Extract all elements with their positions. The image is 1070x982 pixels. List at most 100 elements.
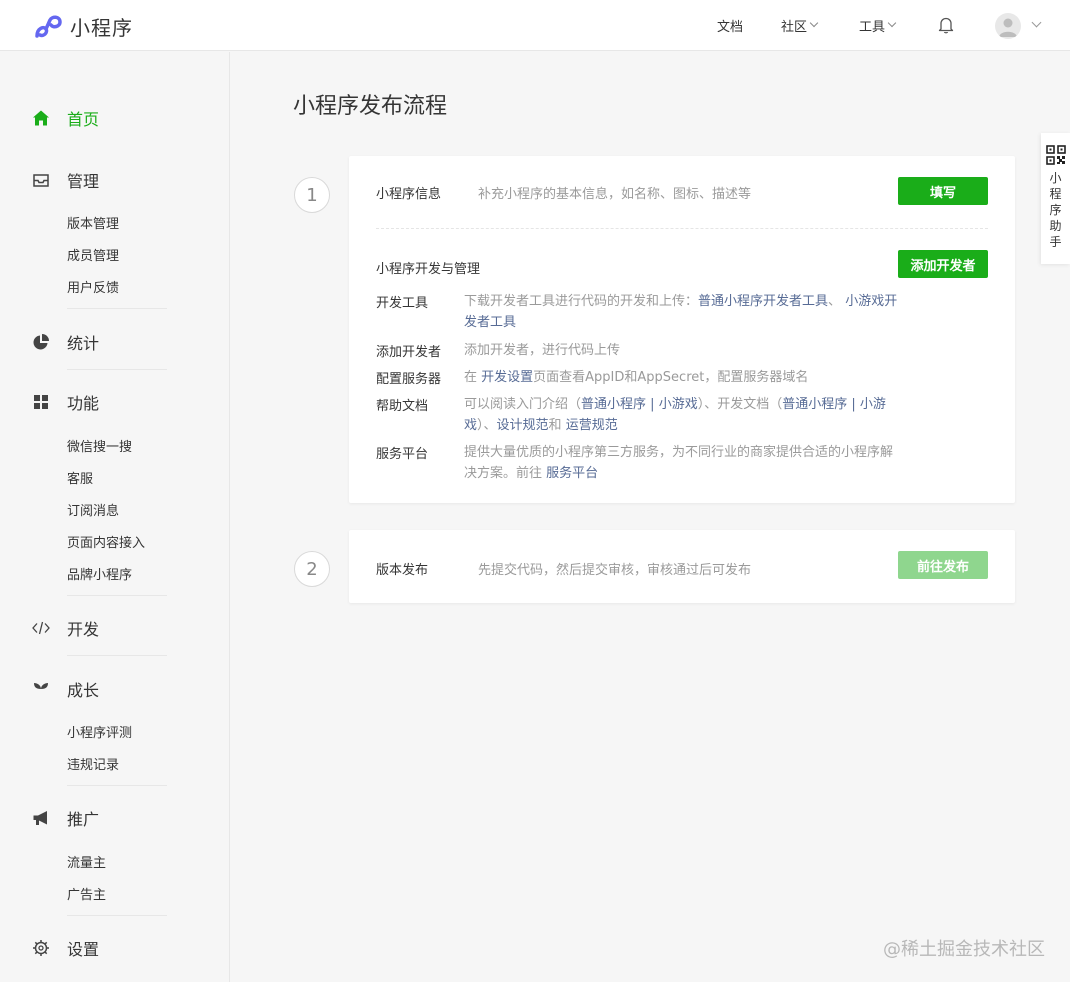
release-label: 版本发布 [376,563,429,578]
intro-mp-link[interactable]: 普通小程序 [581,397,646,412]
service-text: 提供大量优质的小程序第三方服务，为不同行业的商家提供合适的小程序解决方案。前往 [464,445,894,481]
user-icon [999,18,1017,37]
devtools-desc: 下载开发者工具进行代码的开发和上传： [464,294,699,309]
assistant-label: 小程序助手 [1049,171,1062,249]
sidebar-item-subscribe-message[interactable]: 订阅消息 [67,500,119,519]
sidebar-item-features[interactable]: 功能 [32,390,99,414]
sidebar-item-label: 成长 [67,681,100,700]
help-docs-text: 可以阅读入门介绍（普通小程序 | 小游戏）、开发文档（普通小程序 | 小游戏）、… [464,394,904,436]
sidebar-item-version-manage[interactable]: 版本管理 [67,213,119,232]
info-label: 小程序信息 [376,187,442,202]
fill-info-button[interactable]: 填写 [898,177,988,205]
sidebar-item-customer-service[interactable]: 客服 [67,468,93,487]
gear-icon [32,939,50,957]
grid-icon [32,393,50,411]
miniprogram-assistant[interactable]: 小程序助手 [1041,133,1070,264]
help-text-2: ）、开发文档（ [697,397,783,412]
separator: | [646,397,659,412]
sidebar-item-advertiser[interactable]: 广告主 [67,884,106,903]
service-platform-label: 服务平台 [376,447,429,462]
divider [67,369,167,370]
dev-manage-label: 小程序开发与管理 [376,262,481,277]
service-platform-text: 提供大量优质的小程序第三方服务，为不同行业的商家提供合适的小程序解决方案。前往 … [464,442,904,484]
sidebar-item-label: 管理 [67,172,100,191]
sidebar-item-label: 推广 [67,810,100,829]
help-text-4: 和 [548,418,566,433]
divider [67,915,167,916]
top-header: 小程序 文档 社区 工具 [0,0,1070,51]
add-developer-text: 添加开发者，进行代码上传 [464,343,621,358]
server-config-text: 在 开发设置页面查看AppID和AppSecret，配置服务器域名 [464,367,904,388]
page-title: 小程序发布流程 [293,94,448,119]
devtools-label: 开发工具 [376,296,429,311]
sprout-icon [32,680,50,698]
design-spec-link[interactable]: 设计规范 [497,418,549,433]
dev-settings-link[interactable]: 开发设置 [481,370,533,385]
help-text-1: 可以阅读入门介绍（ [464,397,582,412]
server-text-1: 在 [464,370,482,385]
info-description: 补充小程序的基本信息，如名称、图标、描述等 [478,187,752,202]
sidebar-item-page-content[interactable]: 页面内容接入 [67,532,145,551]
help-text-3: ）、 [477,418,497,433]
devtools-text: 下载开发者工具进行代码的开发和上传：普通小程序开发者工具、 小游戏开发者工具 [464,291,904,333]
intro-game-link[interactable]: 小游戏 [659,397,698,412]
step2-card: 版本发布 先提交代码，然后提交审核，审核通过后可发布 前往发布 [349,530,1015,603]
bell-icon[interactable] [936,15,956,35]
code-icon [32,619,50,637]
go-release-button[interactable]: 前往发布 [898,551,988,579]
nav-community-label: 社区 [781,20,808,35]
nav-docs[interactable]: 文档 [717,0,743,51]
sidebar-item-evaluation[interactable]: 小程序评测 [67,722,132,741]
sidebar-item-label: 功能 [67,394,100,413]
sidebar-item-settings[interactable]: 设置 [32,936,99,960]
release-description: 先提交代码，然后提交审核，审核通过后可发布 [478,563,752,578]
sidebar-item-violation-records[interactable]: 违规记录 [67,754,119,773]
sidebar-item-label: 设置 [67,940,100,959]
nav-docs-label: 文档 [717,20,744,35]
home-icon [32,109,50,127]
divider [67,785,167,786]
avatar[interactable] [995,13,1021,39]
separator: | [847,397,860,412]
sidebar-item-growth[interactable]: 成长 [32,677,99,701]
sidebar-item-brand-miniprogram[interactable]: 品牌小程序 [67,564,132,583]
server-config-label: 配置服务器 [376,372,442,387]
logo[interactable]: 小程序 [34,12,133,41]
sidebar-item-traffic-owner[interactable]: 流量主 [67,852,106,871]
service-platform-link[interactable]: 服务平台 [546,466,598,481]
add-developer-button[interactable]: 添加开发者 [898,250,988,278]
help-docs-label: 帮助文档 [376,399,429,414]
chevron-down-icon [809,18,819,27]
sidebar-item-develop[interactable]: 开发 [32,616,99,640]
watermark: @稀土掘金技术社区 [883,939,1045,960]
megaphone-icon [32,809,50,827]
sidebar-item-user-feedback[interactable]: 用户反馈 [67,277,119,296]
sidebar: 首页 管理 版本管理 成员管理 用户反馈 统计 功能 微信搜一搜 客服 订阅消息… [0,52,230,982]
nav-tools[interactable]: 工具 [859,0,897,51]
inbox-icon [32,171,50,189]
operation-spec-link[interactable]: 运营规范 [566,418,618,433]
sidebar-item-promote[interactable]: 推广 [32,806,99,830]
nav-tools-label: 工具 [859,20,886,35]
sidebar-item-wechat-search[interactable]: 微信搜一搜 [67,436,132,455]
pie-chart-icon [32,333,50,351]
qr-code-icon [1045,145,1066,165]
sidebar-item-manage[interactable]: 管理 [32,168,99,192]
step-number-2: 2 [294,551,330,587]
sidebar-item-label: 首页 [67,110,100,129]
divider [67,308,167,309]
divider [376,228,988,229]
divider [67,595,167,596]
chevron-down-icon [887,18,897,27]
sidebar-item-label: 开发 [67,620,100,639]
sidebar-item-label: 统计 [67,334,100,353]
sidebar-item-home[interactable]: 首页 [32,106,99,130]
sidebar-item-member-manage[interactable]: 成员管理 [67,245,119,264]
server-text-2: 页面查看AppID和AppSecret，配置服务器域名 [533,370,809,385]
nav-community[interactable]: 社区 [781,0,819,51]
sidebar-item-stats[interactable]: 统计 [32,330,99,354]
mp-devtools-link[interactable]: 普通小程序开发者工具 [698,294,828,309]
devdoc-mp-link[interactable]: 普通小程序 [782,397,847,412]
chevron-down-icon[interactable] [1031,17,1042,28]
separator: 、 [828,294,842,309]
